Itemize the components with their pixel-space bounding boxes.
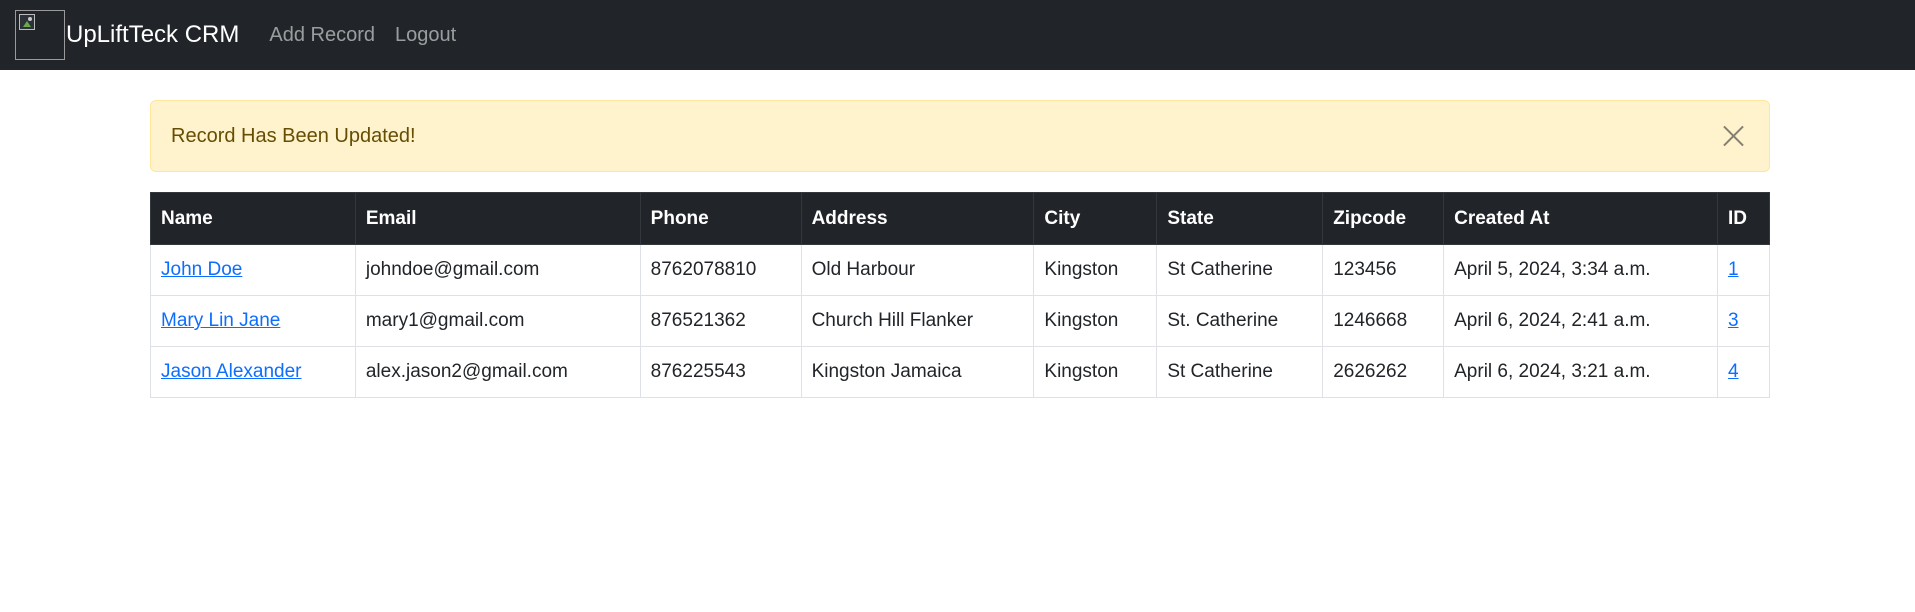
- cell-email: johndoe@gmail.com: [354, 244, 641, 296]
- col-header-created-at: Created At: [1443, 192, 1718, 245]
- cell-name: Jason Alexander: [150, 346, 356, 398]
- cell-email: alex.jason2@gmail.com: [354, 346, 641, 398]
- alert-message: Record Has Been Updated!: [171, 124, 416, 147]
- table-row: Mary Lin Jane mary1@gmail.com 876521362 …: [150, 295, 1771, 347]
- cell-zipcode: 123456: [1322, 244, 1445, 296]
- record-id-link[interactable]: 3: [1728, 310, 1739, 331]
- cell-address: Kingston Jamaica: [800, 346, 1035, 398]
- cell-created-at: April 5, 2024, 3:34 a.m.: [1443, 244, 1718, 296]
- record-id-link[interactable]: 1: [1728, 259, 1739, 280]
- brand-link[interactable]: UpLiftTeck CRM: [15, 10, 239, 60]
- col-header-email: Email: [354, 192, 641, 245]
- cell-city: Kingston: [1033, 346, 1158, 398]
- cell-zipcode: 1246668: [1322, 295, 1445, 347]
- cell-id: 3: [1716, 295, 1771, 347]
- table-row: John Doe johndoe@gmail.com 8762078810 Ol…: [150, 244, 1771, 296]
- col-header-address: Address: [800, 192, 1035, 245]
- update-alert: Record Has Been Updated!: [150, 100, 1770, 172]
- col-header-city: City: [1033, 192, 1158, 245]
- broken-image-icon: [19, 14, 35, 30]
- cell-address: Old Harbour: [800, 244, 1035, 296]
- cell-state: St. Catherine: [1156, 295, 1324, 347]
- nav-add-record[interactable]: Add Record: [269, 24, 375, 47]
- cell-city: Kingston: [1033, 295, 1158, 347]
- table-row: Jason Alexander alex.jason2@gmail.com 87…: [150, 346, 1771, 398]
- cell-zipcode: 2626262: [1322, 346, 1445, 398]
- main-container: Record Has Been Updated! Name Email Phon…: [150, 100, 1771, 398]
- cell-name: John Doe: [150, 244, 356, 296]
- cell-address: Church Hill Flanker: [800, 295, 1035, 347]
- brand-logo-image: [15, 10, 65, 60]
- record-id-link[interactable]: 4: [1728, 361, 1739, 382]
- cell-phone: 876521362: [639, 295, 802, 347]
- col-header-name: Name: [150, 192, 356, 245]
- close-alert-button[interactable]: [1717, 120, 1749, 152]
- records-table: Name Email Phone Address City State Zipc…: [150, 192, 1771, 398]
- table-header-row: Name Email Phone Address City State Zipc…: [150, 192, 1771, 245]
- cell-name: Mary Lin Jane: [150, 295, 356, 347]
- cell-state: St Catherine: [1156, 244, 1324, 296]
- cell-city: Kingston: [1033, 244, 1158, 296]
- cell-email: mary1@gmail.com: [354, 295, 641, 347]
- cell-phone: 8762078810: [639, 244, 802, 296]
- cell-phone: 876225543: [639, 346, 802, 398]
- record-name-link[interactable]: John Doe: [161, 259, 242, 280]
- col-header-state: State: [1156, 192, 1324, 245]
- record-name-link[interactable]: Jason Alexander: [161, 361, 302, 382]
- nav-logout[interactable]: Logout: [395, 24, 456, 47]
- cell-created-at: April 6, 2024, 3:21 a.m.: [1443, 346, 1718, 398]
- brand-name: UpLiftTeck CRM: [66, 21, 240, 48]
- col-header-zipcode: Zipcode: [1322, 192, 1445, 245]
- cell-id: 4: [1716, 346, 1771, 398]
- record-name-link[interactable]: Mary Lin Jane: [161, 310, 280, 331]
- col-header-id: ID: [1716, 192, 1771, 245]
- top-navbar: UpLiftTeck CRM Add Record Logout: [0, 0, 1915, 70]
- cell-state: St Catherine: [1156, 346, 1324, 398]
- col-header-phone: Phone: [639, 192, 802, 245]
- cell-created-at: April 6, 2024, 2:41 a.m.: [1443, 295, 1718, 347]
- cell-id: 1: [1716, 244, 1771, 296]
